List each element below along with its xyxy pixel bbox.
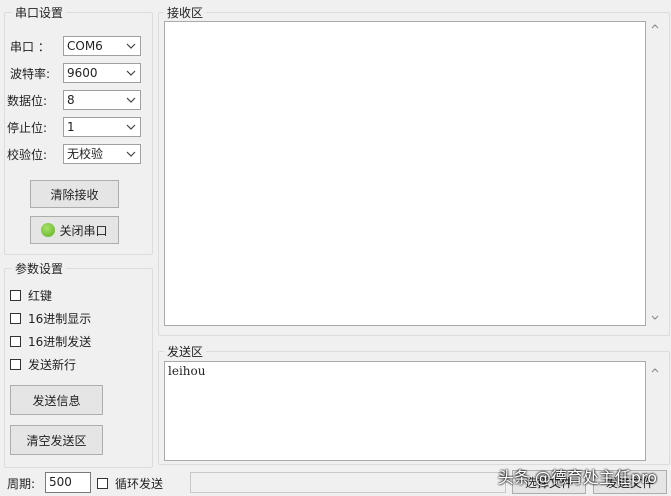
checkbox-box[interactable] [97, 478, 108, 489]
checkbox-send-newline[interactable]: 发送新行 [10, 356, 76, 373]
checkbox-label: 16进制显示 [28, 312, 92, 326]
file-path-input[interactable] [190, 472, 506, 493]
chevron-down-icon [126, 151, 136, 157]
close-port-label: 关闭串口 [59, 223, 108, 238]
databits-select-value: 8 [67, 93, 75, 107]
parity-label: 校验位: [7, 148, 48, 162]
period-label: 周期: [7, 477, 36, 491]
checkbox-label: 16进制发送 [28, 335, 92, 349]
serial-settings-title: 串口设置 [12, 4, 67, 21]
send-info-button[interactable]: 发送信息 [10, 385, 103, 415]
status-led-icon [41, 223, 56, 237]
watermark: 头条 @德育处主任pro [497, 468, 657, 487]
databits-select[interactable]: 8 [63, 90, 141, 110]
scroll-up-icon[interactable] [651, 24, 659, 29]
chevron-down-icon [126, 124, 136, 130]
baud-select-value: 9600 [67, 66, 98, 80]
param-settings-title: 参数设置 [12, 260, 67, 277]
checkbox-red-key[interactable]: 红键 [10, 287, 52, 304]
receive-area-title: 接收区 [164, 4, 207, 21]
send-textarea[interactable]: leihou [164, 361, 646, 461]
checkbox-box[interactable] [10, 359, 21, 370]
checkbox-hex-display[interactable]: 16进制显示 [10, 310, 91, 327]
chevron-down-icon [126, 43, 136, 49]
baud-select[interactable]: 9600 [63, 63, 141, 83]
parity-select-value: 无校验 [67, 147, 104, 161]
chevron-down-icon [126, 97, 136, 103]
checkbox-box[interactable] [10, 313, 21, 324]
receive-textarea[interactable] [164, 21, 646, 326]
clear-receive-button[interactable]: 清除接收 [30, 180, 119, 208]
stopbits-select[interactable]: 1 [63, 117, 141, 137]
parity-select[interactable]: 无校验 [63, 144, 141, 164]
checkbox-loop-send[interactable]: 循环发送 [97, 475, 163, 492]
scroll-down-icon[interactable] [651, 315, 659, 320]
checkbox-label: 发送新行 [28, 358, 77, 372]
loop-send-label: 循环发送 [115, 477, 164, 491]
port-label: 串口 ： [10, 40, 50, 54]
checkbox-box[interactable] [10, 290, 21, 301]
scroll-up-icon[interactable] [651, 368, 659, 373]
period-input[interactable]: 500 [45, 472, 91, 493]
baud-label: 波特率: [10, 67, 51, 81]
close-port-button[interactable]: 关闭串口 [30, 216, 119, 244]
checkbox-hex-send[interactable]: 16进制发送 [10, 333, 91, 350]
databits-label: 数据位: [7, 94, 48, 108]
port-select[interactable]: COM6 [63, 36, 141, 56]
checkbox-label: 红键 [28, 289, 53, 303]
stopbits-select-value: 1 [67, 120, 75, 134]
chevron-down-icon [126, 70, 136, 76]
stopbits-label: 停止位: [7, 121, 48, 135]
clear-send-button[interactable]: 清空发送区 [10, 425, 103, 455]
port-select-value: COM6 [67, 39, 103, 53]
send-area-title: 发送区 [164, 343, 207, 360]
checkbox-box[interactable] [10, 336, 21, 347]
